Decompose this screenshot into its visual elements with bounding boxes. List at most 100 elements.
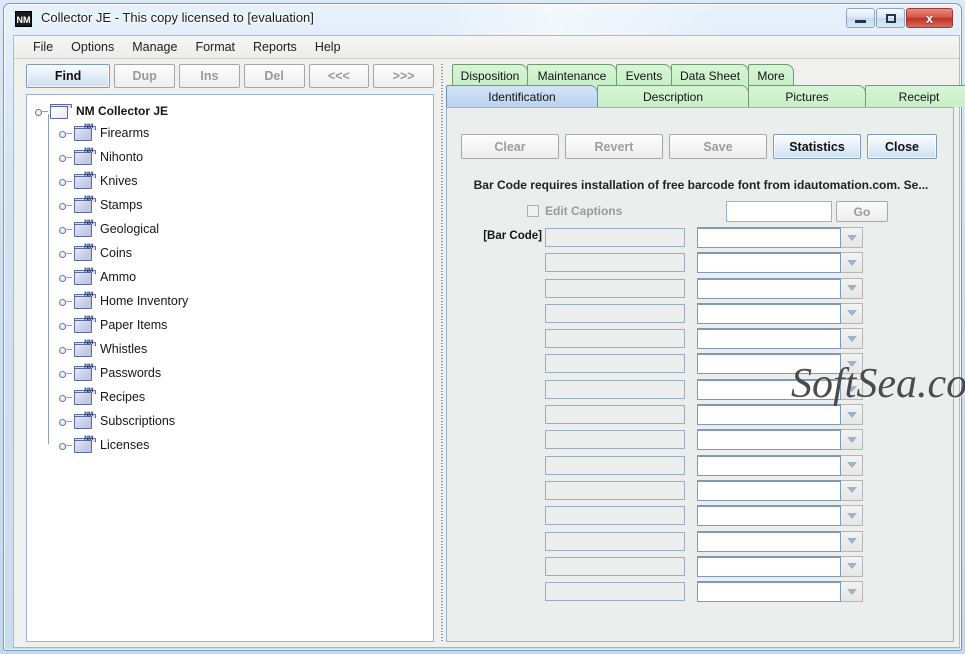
field-value-input[interactable] [697, 555, 841, 577]
field-value-input[interactable] [697, 353, 841, 375]
field-caption-input[interactable] [545, 556, 685, 576]
field-caption-input[interactable] [545, 354, 685, 374]
field-dropdown-button[interactable] [841, 581, 863, 603]
field-dropdown-button[interactable] [841, 277, 863, 299]
search-input[interactable] [726, 201, 832, 222]
tree-node-coins[interactable]: NM Coins [33, 241, 433, 265]
expand-handle-icon[interactable] [59, 247, 72, 260]
field-value-input[interactable] [697, 530, 841, 552]
expand-handle-icon[interactable] [59, 343, 72, 356]
menu-manage[interactable]: Manage [123, 37, 186, 57]
tab-receipt[interactable]: Receipt [865, 85, 965, 107]
field-dropdown-button[interactable] [841, 555, 863, 577]
expand-handle-icon[interactable] [59, 319, 72, 332]
field-value-input[interactable] [697, 454, 841, 476]
expand-handle-icon[interactable] [59, 295, 72, 308]
field-value-input[interactable] [697, 277, 841, 299]
tree-node-passwords[interactable]: NM Passwords [33, 361, 433, 385]
field-dropdown-button[interactable] [841, 479, 863, 501]
tree-node-nihonto[interactable]: NM Nihonto [33, 145, 433, 169]
tree-node-subscriptions[interactable]: NM Subscriptions [33, 409, 433, 433]
expand-handle-icon[interactable] [59, 391, 72, 404]
edit-captions-checkbox[interactable]: Edit Captions [527, 204, 622, 218]
tab-identification[interactable]: Identification [446, 85, 598, 107]
minimize-button[interactable] [846, 8, 875, 28]
tree-node-paper-items[interactable]: NM Paper Items [33, 313, 433, 337]
field-caption-input[interactable] [545, 303, 685, 323]
menu-file[interactable]: File [24, 37, 62, 57]
tab-data-sheet[interactable]: Data Sheet [671, 64, 749, 86]
field-value-input[interactable] [697, 252, 841, 274]
save-button[interactable]: Save [669, 134, 767, 159]
menu-help[interactable]: Help [306, 37, 350, 57]
tab-more[interactable]: More [748, 64, 794, 86]
field-caption-input[interactable] [545, 329, 685, 349]
field-caption-input[interactable] [545, 582, 685, 602]
tree-node-ammo[interactable]: NM Ammo [33, 265, 433, 289]
tree-node-whistles[interactable]: NM Whistles [33, 337, 433, 361]
previous-button[interactable]: <<< [308, 64, 370, 88]
close-form-button[interactable]: Close [867, 134, 937, 159]
maximize-button[interactable] [876, 8, 905, 28]
field-dropdown-button[interactable] [841, 302, 863, 324]
statistics-button[interactable]: Statistics [773, 134, 861, 159]
field-dropdown-button[interactable] [841, 227, 863, 248]
field-value-input[interactable] [697, 302, 841, 324]
field-dropdown-button[interactable] [841, 404, 863, 426]
tree-node-knives[interactable]: NM Knives [33, 169, 433, 193]
field-caption-input[interactable] [545, 430, 685, 450]
expand-handle-icon[interactable] [59, 367, 72, 380]
field-value-input[interactable] [697, 581, 841, 603]
expand-handle-icon[interactable] [59, 127, 72, 140]
field-caption-input[interactable] [545, 455, 685, 475]
field-caption-input[interactable] [545, 405, 685, 425]
field-value-input[interactable] [697, 378, 841, 400]
go-button[interactable]: Go [836, 201, 888, 222]
field-dropdown-button[interactable] [841, 353, 863, 375]
pane-splitter[interactable] [438, 64, 446, 642]
revert-button[interactable]: Revert [565, 134, 663, 159]
tree-node-stamps[interactable]: NM Stamps [33, 193, 433, 217]
field-dropdown-button[interactable] [841, 505, 863, 527]
expand-handle-icon[interactable] [35, 105, 48, 118]
field-dropdown-button[interactable] [841, 378, 863, 400]
expand-handle-icon[interactable] [59, 175, 72, 188]
expand-handle-icon[interactable] [59, 199, 72, 212]
expand-handle-icon[interactable] [59, 415, 72, 428]
expand-handle-icon[interactable] [59, 271, 72, 284]
field-value-input[interactable] [697, 479, 841, 501]
field-caption-input[interactable] [545, 253, 685, 273]
duplicate-button[interactable]: Dup [114, 64, 175, 88]
menu-options[interactable]: Options [62, 37, 123, 57]
field-dropdown-button[interactable] [841, 252, 863, 274]
find-button[interactable]: Find [26, 64, 111, 88]
tree-node-geological[interactable]: NM Geological [33, 217, 433, 241]
tab-maintenance[interactable]: Maintenance [527, 64, 617, 86]
field-value-input[interactable] [697, 429, 841, 451]
field-caption-input[interactable] [545, 228, 685, 247]
clear-button[interactable]: Clear [461, 134, 559, 159]
close-button[interactable]: x [906, 8, 953, 28]
menu-format[interactable]: Format [186, 37, 244, 57]
expand-handle-icon[interactable] [59, 151, 72, 164]
tree-node-licenses[interactable]: NM Licenses [33, 433, 433, 457]
tree-node-firearms[interactable]: NM Firearms [33, 121, 433, 145]
field-caption-input[interactable] [545, 506, 685, 526]
tree-node-root[interactable]: NM Collector JE [33, 101, 433, 121]
tab-pictures[interactable]: Pictures [748, 85, 866, 107]
expand-handle-icon[interactable] [59, 223, 72, 236]
delete-button[interactable]: Del [243, 64, 305, 88]
field-caption-input[interactable] [545, 278, 685, 298]
collection-tree-panel[interactable]: NM Collector JE NM Firearms NM Nihonto NM Kni… [26, 94, 434, 642]
tree-node-recipes[interactable]: NM Recipes [33, 385, 433, 409]
field-dropdown-button[interactable] [841, 429, 863, 451]
field-value-input[interactable] [697, 328, 841, 350]
field-dropdown-button[interactable] [841, 454, 863, 476]
tab-description[interactable]: Description [597, 85, 749, 107]
field-caption-input[interactable] [545, 480, 685, 500]
field-value-input[interactable] [697, 505, 841, 527]
field-value-input[interactable] [697, 227, 841, 248]
field-value-input[interactable] [697, 404, 841, 426]
expand-handle-icon[interactable] [59, 439, 72, 452]
next-button[interactable]: >>> [373, 64, 434, 88]
